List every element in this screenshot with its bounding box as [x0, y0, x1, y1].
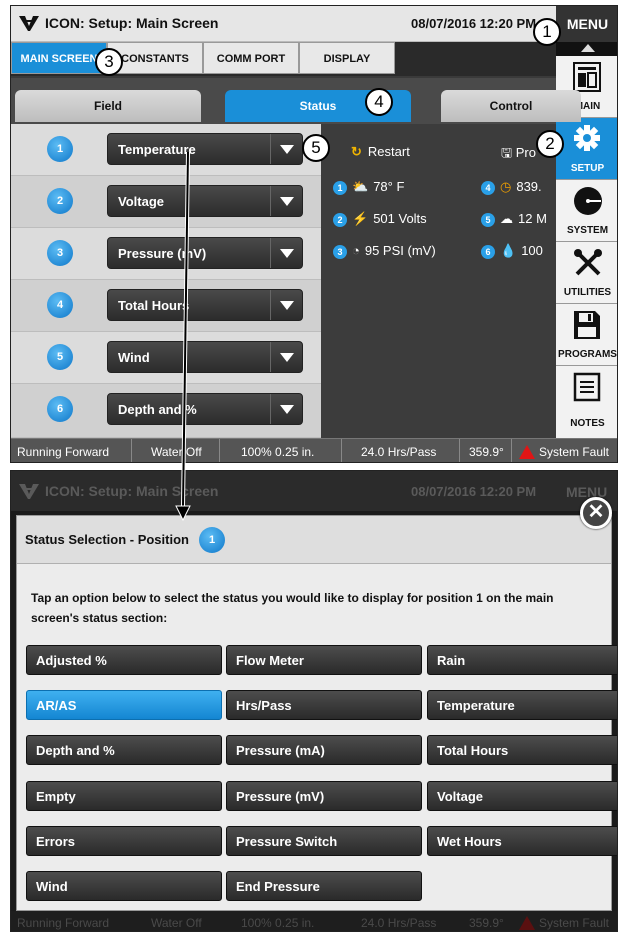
callout-marker: 3 [95, 48, 123, 76]
callout-marker: 2 [536, 130, 564, 158]
callout-marker: 4 [365, 88, 393, 116]
callout-marker: 1 [533, 18, 561, 46]
callout-marker: 5 [302, 134, 330, 162]
close-icon[interactable]: ✕ [580, 497, 612, 529]
